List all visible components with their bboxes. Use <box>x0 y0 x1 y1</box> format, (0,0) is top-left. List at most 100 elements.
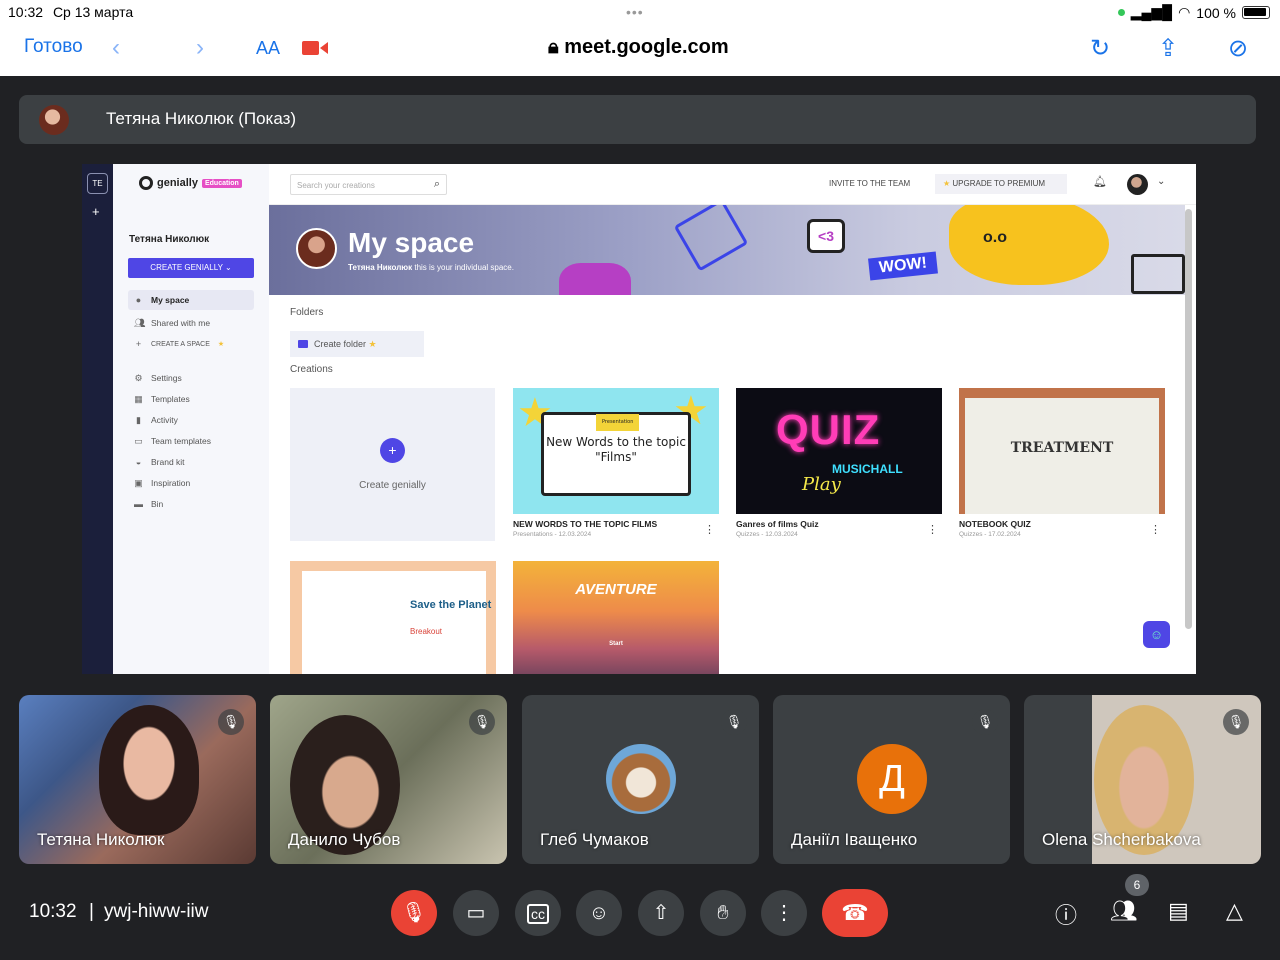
search-input[interactable]: Search your creations ⌕ <box>290 174 447 195</box>
activities-icon[interactable]: △ <box>1226 898 1243 924</box>
more-options-icon[interactable]: ⋮ <box>927 523 938 536</box>
creation-meta: Presentations - 12.03.2024 <box>513 531 592 538</box>
sidebar-item-team-templates[interactable]: ▭ Team templates <box>128 431 254 451</box>
sidebar-item-shared[interactable]: 👥︎ Shared with me <box>128 313 254 333</box>
reload-icon[interactable]: ↻ <box>1090 34 1110 63</box>
creation-card[interactable]: AVENTURE Start <box>513 561 719 674</box>
more-options-button[interactable]: ⋮ <box>761 890 807 936</box>
participant-name: Тетяна Николюк <box>37 830 165 849</box>
create-genially-card[interactable]: + Create genially <box>290 388 495 541</box>
creation-thumbnail[interactable]: ★ ★ Presentation New Words to the topic … <box>513 388 719 514</box>
sidebar-item-templates[interactable]: ▦ Templates <box>128 389 254 409</box>
sidebar-item-my-space[interactable]: ● My space <box>128 290 254 310</box>
thumbnail-subtext: Breakout <box>410 627 443 636</box>
upgrade-premium-button[interactable]: ★ UPGRADE TO PREMIUM <box>935 174 1067 194</box>
workspace-badge[interactable]: ТЕ <box>87 173 108 194</box>
compass-icon[interactable]: ⊘ <box>1228 34 1248 63</box>
sidebar-item-create-space[interactable]: + CREATE A SPACE ★ <box>128 334 254 354</box>
search-icon[interactable]: ⌕ <box>434 178 440 191</box>
multitasking-dots-icon[interactable]: ••• <box>626 4 644 20</box>
present-screen-button[interactable]: ⇧ <box>638 890 684 936</box>
end-call-button[interactable]: ☎︎ <box>822 889 888 937</box>
participant-tile[interactable]: 🎙︎ Тетяна Николюк <box>19 695 256 864</box>
sidebar-user-name: Тетяна Николюк <box>129 234 210 245</box>
team-templates-icon: ▭ <box>134 435 143 446</box>
content-scrollbar[interactable] <box>1185 209 1192 629</box>
chevron-down-icon[interactable]: ⌄ <box>1157 176 1165 187</box>
people-icon: 👥︎ <box>134 317 146 328</box>
star-icon: ★ <box>368 339 377 349</box>
text-size-button[interactable]: AA <box>256 38 280 59</box>
create-folder-label: Create folder <box>314 339 367 349</box>
camera-icon: ▭ <box>466 902 486 924</box>
camera-recording-icon[interactable] <box>302 40 328 56</box>
done-button[interactable]: Готово <box>24 36 83 58</box>
sidebar-item-brand-kit[interactable]: ◒ Brand kit <box>128 452 254 472</box>
meeting-separator: | <box>89 901 94 922</box>
sidebar-item-label: CREATE A SPACE <box>151 340 210 348</box>
creation-thumbnail[interactable]: Save the Planet Breakout <box>290 561 496 674</box>
phone-hangup-icon: ☎︎ <box>841 900 869 925</box>
cellular-signal-icon: ▂▄▆█ <box>1130 4 1173 20</box>
safari-toolbar: Готово ‹ › AA 🔒︎ meet.google.com ↻ ⇪ ⊘ <box>0 30 1280 66</box>
mic-toggle-button[interactable]: 🎙︎ <box>391 890 437 936</box>
share-icon[interactable]: ⇪ <box>1158 34 1178 63</box>
creation-meta: Quizzes - 12.03.2024 <box>736 531 798 538</box>
user-menu-avatar[interactable] <box>1127 174 1148 195</box>
sidebar-item-bin[interactable]: ▬ Bin <box>128 494 254 514</box>
participant-tile[interactable]: Д 🎙︎ Даніїл Іващенко <box>773 695 1010 864</box>
meeting-time: 10:32 <box>29 901 77 922</box>
creation-card[interactable]: QUIZ MUSICHALL Play Ganres of films Quiz… <box>736 388 942 538</box>
browser-top-bar: 10:32 Ср 13 марта ••• ▂▄▆█ ◠ 100 % Готов… <box>0 0 1280 76</box>
genially-logo-icon <box>139 176 153 190</box>
creation-title: Ganres of films Quiz <box>736 519 819 529</box>
star-icon: ★ <box>943 179 951 188</box>
forward-chevron-icon[interactable]: › <box>196 34 204 62</box>
emoji-reactions-button[interactable]: ☺ <box>576 890 622 936</box>
sidebar-item-settings[interactable]: ⚙ Settings <box>128 368 254 388</box>
add-workspace-icon[interactable]: + <box>92 204 100 219</box>
people-icon[interactable]: 👥︎ <box>1110 898 1138 924</box>
invite-team-button[interactable]: INVITE TO THE TEAM <box>829 179 910 188</box>
status-time: 10:32 <box>8 4 44 20</box>
chatbot-icon[interactable]: ☺ <box>1143 621 1170 648</box>
cursor-illustration <box>673 205 749 272</box>
purple-blob-illustration <box>559 263 631 295</box>
create-genially-button[interactable]: CREATE GENIALLY ⌄ <box>128 258 254 278</box>
battery-icon <box>1242 6 1270 19</box>
participant-tile[interactable]: 🎙︎ Данило Чубов <box>270 695 507 864</box>
participant-name: Данило Чубов <box>288 830 401 849</box>
sidebar-item-activity[interactable]: ▮ Activity <box>128 410 254 430</box>
back-chevron-icon[interactable]: ‹ <box>112 34 120 62</box>
creation-card[interactable]: Save the Planet Breakout <box>290 561 496 674</box>
creation-meta: Quizzes - 17.02.2024 <box>959 531 1021 538</box>
thumbnail-text: New Words to the topic "Films" <box>546 435 686 464</box>
create-folder-button[interactable]: Create folder ★ <box>290 331 424 357</box>
meeting-code: ywj-hiww-iiw <box>104 901 209 922</box>
grid-icon: ▦ <box>134 393 143 404</box>
sidebar-item-label: Shared with me <box>151 318 211 328</box>
chat-icon[interactable]: ▤ <box>1168 898 1189 924</box>
creation-card[interactable]: ★ ★ Presentation New Words to the topic … <box>513 388 719 538</box>
participant-tile[interactable]: 🎙︎ Глеб Чумаков <box>522 695 759 864</box>
address-bar[interactable]: 🔒︎ meet.google.com <box>548 36 729 59</box>
creation-thumbnail[interactable]: QUIZ MUSICHALL Play <box>736 388 942 514</box>
camera-toggle-button[interactable]: ▭ <box>453 890 499 936</box>
emoji-icon: ☺ <box>588 902 610 924</box>
creation-thumbnail[interactable]: AVENTURE Start <box>513 561 719 674</box>
sidebar-item-inspiration[interactable]: ▣ Inspiration <box>128 473 254 493</box>
captions-button[interactable]: cc <box>515 890 561 936</box>
creation-thumbnail[interactable]: TREATMENT <box>959 388 1165 514</box>
raise-hand-button[interactable]: ✋︎ <box>700 890 746 936</box>
info-icon[interactable]: ⓘ <box>1055 898 1077 930</box>
page-title: My space <box>348 227 475 258</box>
participant-tile[interactable]: 🎙︎ Olena Shcherbakova <box>1024 695 1261 864</box>
genially-logo-text: genially <box>157 177 198 189</box>
more-options-icon[interactable]: ⋮ <box>704 523 715 536</box>
more-options-icon[interactable]: ⋮ <box>1150 523 1161 536</box>
bell-icon[interactable]: 🔔︎ <box>1093 175 1107 188</box>
thumbnail-badge: Presentation <box>596 414 640 431</box>
creation-card[interactable]: TREATMENT NOTEBOOK QUIZ Quizzes - 17.02.… <box>959 388 1165 538</box>
sidebar-item-label: Inspiration <box>151 478 191 488</box>
bar-chart-icon: ▮ <box>136 414 141 425</box>
